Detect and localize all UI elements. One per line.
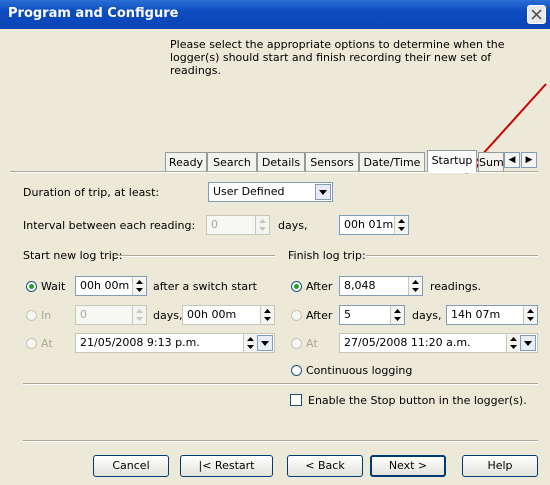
spinner-icon	[506, 334, 520, 352]
chevron-down-icon[interactable]	[315, 184, 331, 200]
start-in-days-input: 0	[75, 305, 147, 325]
finish-group-label: Finish log trip:	[288, 249, 366, 262]
enable-stop-checkbox[interactable]	[290, 394, 302, 406]
enable-stop-label: Enable the Stop button in the logger(s).	[308, 394, 527, 407]
spinner-icon[interactable]	[390, 306, 404, 324]
start-wait-radio[interactable]	[26, 281, 37, 292]
finish-readings-input[interactable]: 8,048	[339, 276, 423, 296]
start-at-radio[interactable]	[26, 338, 37, 349]
start-group-label: Start new log trip:	[23, 249, 123, 262]
start-in-label: In	[41, 309, 52, 322]
start-wait-label: Wait	[41, 280, 66, 293]
start-wait-suffix: after a switch start	[153, 280, 257, 293]
spinner-icon[interactable]	[523, 306, 537, 324]
duration-value: User Defined	[213, 185, 285, 198]
start-at-datetime: 21/05/2008 9:13 p.m.	[75, 333, 275, 353]
tab-startup[interactable]: Startup	[427, 150, 477, 172]
finish-at-value: 27/05/2008 11:20 a.m.	[344, 336, 471, 349]
finish-after-readings-radio[interactable]	[291, 281, 302, 292]
arrow-right-icon: ▶	[525, 155, 533, 165]
tab-strip: Ready Search Details Sensors Date/Time S…	[165, 150, 550, 172]
tab-summary[interactable]: Sum	[478, 152, 504, 171]
finish-at-datetime: 27/05/2008 11:20 a.m.	[339, 333, 538, 353]
cancel-button[interactable]: Cancel	[93, 455, 169, 477]
duration-select[interactable]: User Defined	[208, 182, 333, 202]
finish-days-value: 5	[344, 308, 351, 321]
interval-time-input[interactable]: 00h 01m 00s	[339, 215, 409, 235]
start-in-days-value: 0	[80, 308, 87, 321]
options-divider	[23, 383, 538, 385]
duration-label: Duration of trip, at least:	[23, 186, 160, 199]
finish-days-input[interactable]: 5	[339, 305, 405, 325]
start-group-rule	[115, 255, 275, 257]
chevron-down-icon	[520, 335, 536, 351]
finish-at-radio[interactable]	[291, 338, 302, 349]
close-icon	[531, 9, 542, 20]
next-button[interactable]: Next >	[370, 455, 446, 477]
help-button[interactable]: Help	[462, 455, 538, 477]
spinner-icon[interactable]	[394, 216, 408, 234]
window-title: Program and Configure	[8, 6, 179, 21]
interval-days-input: 0	[206, 215, 270, 235]
start-in-time-input: 00h 00m	[182, 305, 275, 325]
finish-days-label: days,	[412, 309, 442, 322]
spinner-icon[interactable]	[132, 277, 146, 295]
spinner-icon	[243, 334, 257, 352]
continuous-logging-radio[interactable]	[291, 365, 302, 376]
spinner-icon	[132, 306, 146, 324]
start-wait-value: 00h 00m	[80, 279, 130, 292]
arrow-left-icon: ◀	[508, 155, 516, 165]
spinner-icon[interactable]	[408, 277, 422, 295]
tab-date-time[interactable]: Date/Time	[359, 152, 425, 171]
start-in-time-value: 00h 00m	[187, 308, 237, 321]
start-at-label: At	[41, 337, 53, 350]
finish-after-days-radio[interactable]	[291, 310, 302, 321]
tab-details[interactable]: Details	[257, 152, 305, 171]
interval-days-label: days,	[278, 219, 308, 232]
finish-after1-label: After	[306, 280, 333, 293]
back-button[interactable]: < Back	[287, 455, 363, 477]
tab-scroll-right-button[interactable]: ▶	[521, 152, 537, 168]
tab-sensors[interactable]: Sensors	[305, 152, 359, 171]
start-wait-input[interactable]: 00h 00m	[75, 276, 147, 296]
spinner-icon	[260, 306, 274, 324]
finish-time-value: 14h 07m	[451, 308, 501, 321]
start-in-radio[interactable]	[26, 310, 37, 321]
footer-divider	[23, 440, 538, 442]
start-at-value: 21/05/2008 9:13 p.m.	[80, 336, 200, 349]
interval-label: Interval between each reading:	[23, 219, 196, 232]
spinner-icon	[255, 216, 269, 234]
finish-group-rule	[366, 255, 538, 257]
chevron-down-icon	[257, 335, 273, 351]
continuous-logging-label: Continuous logging	[306, 364, 413, 377]
interval-days-value: 0	[211, 218, 218, 231]
close-button[interactable]	[527, 5, 546, 24]
finish-readings-suffix: readings.	[430, 280, 482, 293]
tab-search[interactable]: Search	[207, 152, 257, 171]
finish-time-input[interactable]: 14h 07m	[446, 305, 538, 325]
finish-readings-value: 8,048	[344, 279, 376, 292]
intro-text: Please select the appropriate options to…	[170, 38, 505, 77]
start-in-days-label: days,	[153, 309, 183, 322]
restart-button[interactable]: |< Restart	[180, 455, 273, 477]
finish-at-label: At	[306, 337, 318, 350]
tab-ready[interactable]: Ready	[165, 152, 207, 171]
tab-scroll-left-button[interactable]: ◀	[504, 152, 520, 168]
finish-after2-label: After	[306, 309, 333, 322]
